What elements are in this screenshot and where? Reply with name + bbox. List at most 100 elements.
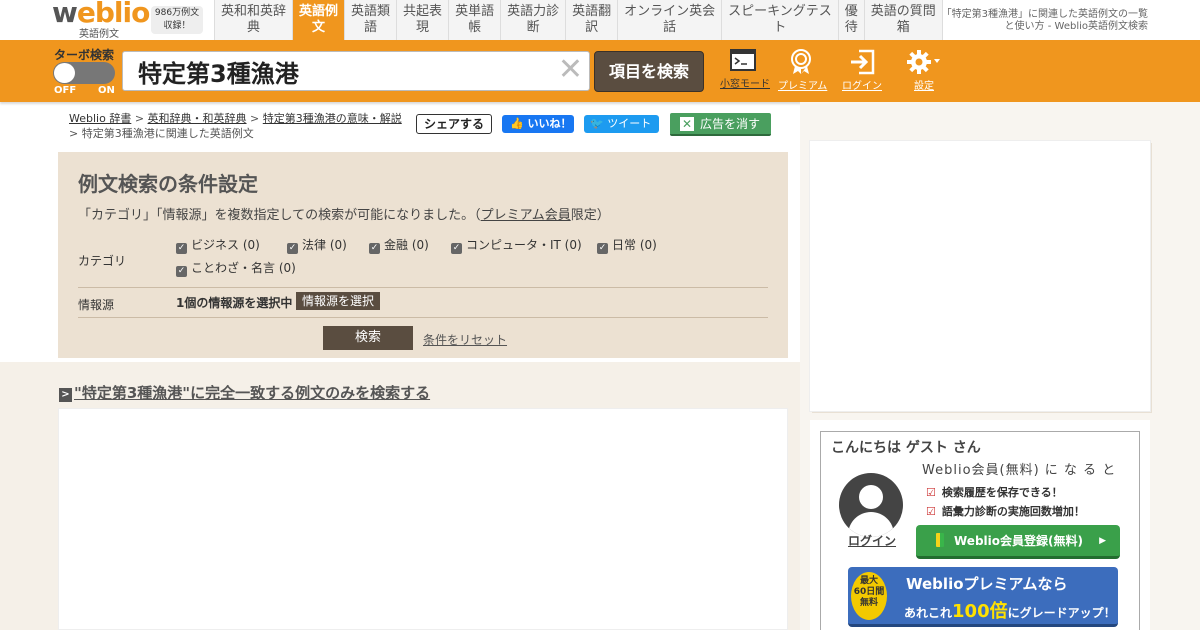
- premium-member-link[interactable]: プレミアム会員: [481, 208, 571, 223]
- premium-subline: あれこれ100倍にグレードアップ！: [904, 597, 1116, 623]
- service-tabs: 英和和英辞 典英語例 文英語類 語共起表 現英単語 帳英語力診 断英語翻 訳オン…: [214, 0, 943, 40]
- member-box: こんにちは ゲスト さん ログイン Weblio会員(無料) に な る と ☑…: [810, 420, 1150, 630]
- free-trial-text: 最大 60日間 無料: [853, 576, 885, 608]
- category-label-text: 日常 (0): [612, 238, 657, 252]
- search-button[interactable]: 項目を検索: [594, 51, 704, 92]
- turbo-search-label: ターボ検索: [54, 48, 115, 62]
- member-box-frame: こんにちは ゲスト さん ログイン Weblio会員(無料) に な る と ☑…: [820, 431, 1140, 630]
- search-box: ✕: [122, 51, 590, 91]
- award-icon: [791, 49, 811, 74]
- source-label: 情報源: [78, 298, 115, 312]
- login-label: ログイン: [842, 81, 882, 92]
- category-checkbox[interactable]: ✓ 法律 (0): [287, 236, 347, 254]
- compact-mode-button[interactable]: 小窓モード: [720, 49, 770, 90]
- avatar-head: [859, 485, 883, 509]
- settings-label: 設定: [914, 81, 934, 92]
- category-label: カテゴリ: [78, 254, 127, 268]
- arrow-icon: >: [59, 388, 72, 402]
- category-label-text: 金融 (0): [384, 238, 429, 252]
- like-label: いいね！: [527, 117, 572, 130]
- breadcrumb-current: 特定第3種漁港に関連した英語例文: [81, 127, 254, 140]
- nav-tab[interactable]: 英語翻 訳: [565, 0, 618, 40]
- benefit-item: ☑ 検索履歴を保存できる！: [926, 484, 1063, 500]
- checkbox-checked-icon[interactable]: ✓: [597, 243, 608, 254]
- premium-label: プレミアム: [778, 81, 828, 92]
- close-box-icon: ✕: [680, 117, 694, 131]
- member-login-link[interactable]: ログイン: [848, 532, 896, 549]
- turbo-search-toggle[interactable]: [53, 62, 115, 84]
- clear-icon[interactable]: ✕: [558, 55, 583, 85]
- exact-match-search: > "特定第3種漁港"に完全一致する例文のみを検索する: [59, 382, 430, 403]
- benefit-text: 語彙力診断の実施回数増加！: [941, 505, 1085, 518]
- breadcrumb-item-ej-dictionary[interactable]: 英和辞典・和英辞典: [148, 112, 247, 125]
- tweet-label: ツイート: [607, 117, 652, 130]
- breadcrumb-separator: >: [131, 112, 148, 125]
- example-count-badge: 986万例文 収録！: [151, 6, 203, 34]
- benefit-item: ☑ 語彙力診断の実施回数増加！: [926, 503, 1085, 519]
- nav-tab[interactable]: 英語例 文: [292, 0, 345, 40]
- nav-tab[interactable]: 英単語 帳: [448, 0, 501, 40]
- premium-subline-b: 100倍: [952, 601, 1008, 622]
- benefit-text: 検索履歴を保存できる！: [941, 486, 1063, 499]
- breadcrumb-separator: >: [246, 112, 263, 125]
- page-description: 「特定第3種漁港」に関連した英語例文の一覧と使い方 - Weblio英語例文検索: [941, 9, 1148, 32]
- divider: [78, 317, 768, 318]
- nav-tab[interactable]: 英和和英辞 典: [214, 0, 293, 40]
- breadcrumb-item-meaning[interactable]: 特定第3種漁港の意味・解説: [263, 112, 402, 125]
- category-label-text: コンピュータ・IT (0): [466, 238, 582, 252]
- nav-tab[interactable]: 英語類 語: [344, 0, 397, 40]
- login-button[interactable]: ログイン: [842, 49, 882, 92]
- checkbox-checked-icon[interactable]: ✓: [287, 243, 298, 254]
- window-icon: [730, 49, 756, 71]
- nav-tab[interactable]: 共起表 現: [396, 0, 449, 40]
- tweet-button[interactable]: 🐦 ツイート: [584, 115, 659, 133]
- weblio-logo[interactable]: weblio 英語例文: [52, 0, 150, 40]
- category-checkbox[interactable]: ✓ 日常 (0): [597, 236, 657, 254]
- play-arrow-icon: ▶: [1099, 536, 1106, 546]
- hide-ads-label: 広告を消す: [700, 117, 761, 131]
- toggle-knob[interactable]: [54, 63, 75, 83]
- free-trial-badge: 最大 60日間 無料: [851, 572, 887, 620]
- checkbox-checked-icon[interactable]: ✓: [369, 243, 380, 254]
- hide-ads-button[interactable]: ✕ 広告を消す: [670, 113, 771, 136]
- nav-tab[interactable]: スピーキングテス ト: [721, 0, 838, 40]
- checkmark-icon: ☑: [926, 505, 936, 518]
- category-checkbox[interactable]: ✓ 金融 (0): [369, 236, 429, 254]
- checkbox-checked-icon[interactable]: ✓: [176, 243, 187, 254]
- category-label-text: ビジネス (0): [191, 238, 260, 252]
- premium-banner[interactable]: 最大 60日間 無料 Weblioプレミアムなら あれこれ100倍にグレードアッ…: [848, 567, 1118, 627]
- search-input[interactable]: [123, 52, 553, 90]
- checkbox-checked-icon[interactable]: ✓: [176, 266, 187, 277]
- nav-tab[interactable]: 優 待: [837, 0, 864, 40]
- category-checkbox[interactable]: ✓ ことわざ・名言 (0): [176, 259, 296, 277]
- category-checkbox[interactable]: ✓ ビジネス (0): [176, 236, 260, 254]
- breadcrumb-item-dictionary[interactable]: Weblio 辞書: [69, 112, 131, 125]
- nav-tab[interactable]: 英語の質問 箱: [863, 0, 943, 40]
- search-bar: ターボ検索 OFF ON ✕ 項目を検索 小窓モード プレミアム: [0, 40, 1200, 102]
- reset-conditions-link[interactable]: 条件をリセット: [423, 331, 507, 348]
- results-area: [58, 408, 788, 630]
- premium-subline-c: にグレードアップ！: [1007, 606, 1116, 620]
- advertisement-slot: [810, 141, 1150, 411]
- settings-button[interactable]: 設定: [906, 49, 942, 92]
- facebook-like-button[interactable]: 👍 いいね！: [502, 115, 574, 133]
- premium-button[interactable]: プレミアム: [778, 49, 828, 92]
- source-selected-text: 1個の情報源を選択中: [176, 296, 293, 310]
- beginner-mark-icon: [936, 533, 944, 547]
- conditions-desc-prefix: 「カテゴリ」「情報源」を複数指定しての検索が可能になりました。（: [78, 208, 481, 223]
- search-conditions-panel: 例文検索の条件設定 「カテゴリ」「情報源」を複数指定しての検索が可能になりました…: [58, 152, 788, 358]
- toggle-on-label: ON: [98, 85, 115, 96]
- category-checkbox[interactable]: ✓ コンピュータ・IT (0): [451, 236, 582, 254]
- conditions-search-button[interactable]: 検索: [323, 326, 413, 350]
- checkbox-checked-icon[interactable]: ✓: [451, 243, 462, 254]
- exact-match-link[interactable]: "特定第3種漁港"に完全一致する例文のみを検索する: [74, 384, 430, 402]
- share-button[interactable]: シェアする: [416, 114, 492, 134]
- category-label-text: ことわざ・名言 (0): [191, 261, 296, 275]
- nav-tab[interactable]: オンライン英会 話: [617, 0, 722, 40]
- breadcrumb: Weblio 辞書 > 英和辞典・和英辞典 > 特定第3種漁港の意味・解説 > …: [69, 111, 414, 141]
- select-source-button[interactable]: 情報源を選択: [296, 292, 380, 310]
- nav-tab[interactable]: 英語力診 断: [500, 0, 566, 40]
- divider: [78, 287, 768, 288]
- premium-subline-a: あれこれ: [904, 606, 953, 620]
- register-button[interactable]: Weblio会員登録(無料) ▶: [916, 525, 1120, 559]
